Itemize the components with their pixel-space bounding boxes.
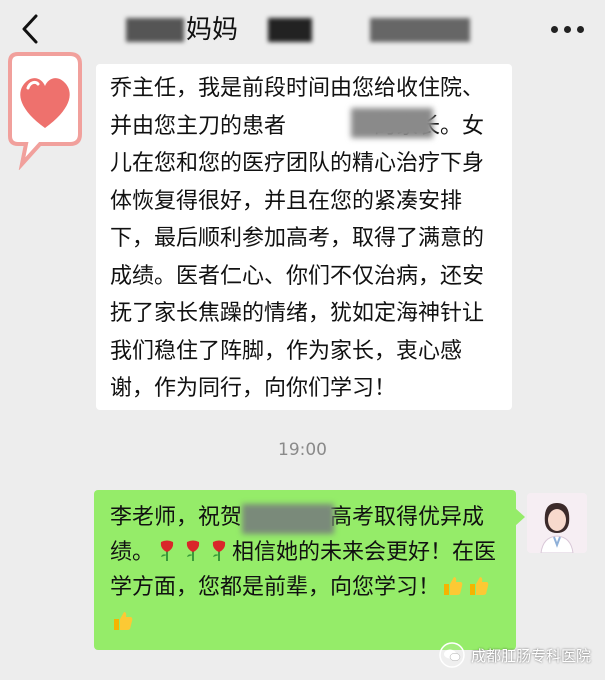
redacted-recipient-name: [242, 504, 334, 534]
heart-speech-icon: [8, 52, 82, 171]
doctor-avatar-icon: [527, 493, 587, 553]
chat-header: 妈妈: [0, 0, 605, 60]
chevron-left-icon: [22, 14, 38, 44]
rose-emoji-group: [154, 540, 232, 565]
more-dots-icon: [577, 26, 584, 33]
message-timestamp: 19:00: [278, 440, 327, 460]
thumbs-up-icon: [470, 577, 489, 595]
watermark: 成都肛肠专科医院: [439, 642, 591, 668]
more-dots-icon: [551, 26, 558, 33]
rose-icon: [160, 540, 174, 561]
redacted-patient-name: [351, 108, 433, 138]
chat-screen: 妈妈 乔主任，我是前段时间由您给收住院、并由您主刀的患者 的家长。女儿在您和您的…: [0, 0, 605, 680]
thumbs-up-icon: [444, 577, 463, 595]
redacted-name-block: [370, 18, 470, 42]
sender-avatar[interactable]: [0, 48, 90, 171]
rose-icon: [186, 540, 200, 561]
more-button[interactable]: [549, 20, 585, 40]
thumbs-up-icon: [114, 612, 133, 630]
watermark-text: 成都肛肠专科医院: [470, 646, 591, 665]
contact-title: 妈妈: [186, 15, 239, 45]
redacted-name-block: [126, 18, 184, 42]
rose-icon: [212, 540, 226, 561]
more-dots-icon: [564, 26, 571, 33]
redacted-name-block: [268, 18, 312, 42]
my-avatar[interactable]: [527, 493, 587, 553]
outgoing-message-bubble[interactable]: 李老师，祝贺 高考取得优异成绩。 相信她的未来会更好！在医学方面，您都是前辈，向您…: [94, 490, 525, 650]
incoming-message-bubble[interactable]: 乔主任，我是前段时间由您给收住院、并由您主刀的患者 的家长。女儿在您和您的医疗团…: [96, 64, 512, 410]
back-button[interactable]: [16, 10, 46, 48]
wechat-official-account-icon: [439, 642, 465, 668]
incoming-message-text: 乔主任，我是前段时间由您给收住院、并由您主刀的患者 的家长。女儿在您和您的医疗团…: [110, 76, 485, 401]
